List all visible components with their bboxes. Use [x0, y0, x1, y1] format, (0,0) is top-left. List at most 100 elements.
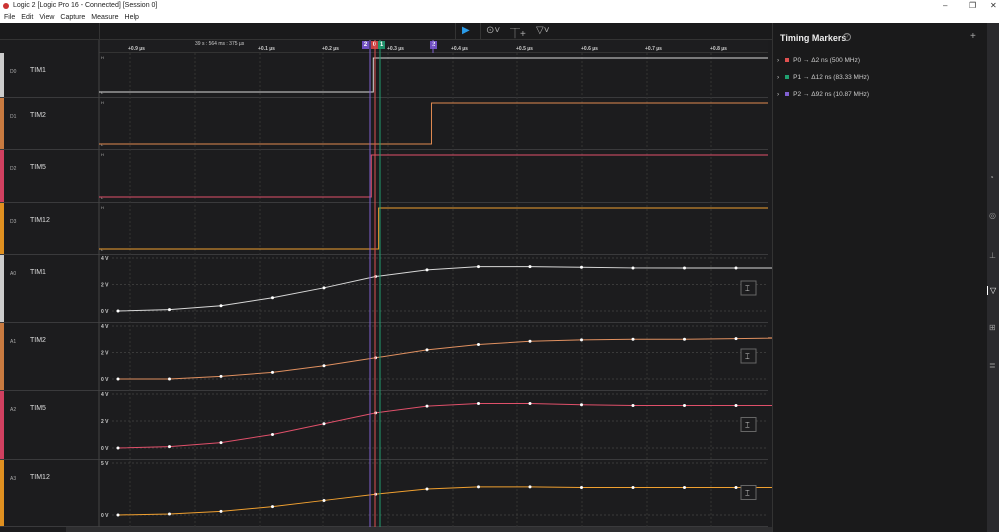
sample-point [219, 304, 223, 308]
axis-label: 4 V [101, 324, 109, 330]
axis-label: 0 V [101, 513, 109, 519]
sample-point [683, 403, 686, 407]
digital-trace [99, 207, 768, 250]
horizontal-scrollbar[interactable] [66, 527, 772, 532]
restore-icon[interactable]: ❐ [969, 0, 976, 12]
color-swatch [785, 92, 790, 96]
color-swatch [785, 58, 790, 62]
sample-point [580, 265, 583, 269]
marker-row-p1[interactable]: › P1 → Δ12 ns (83.33 MHz) [777, 74, 869, 81]
autoscale-icon: ⌶ [745, 352, 750, 361]
level-label-high: H [101, 100, 104, 105]
axis-label: 0 V [101, 309, 109, 315]
sample-point [219, 509, 223, 513]
extensions-icon[interactable]: ◎ [989, 211, 996, 220]
waveform-area[interactable]: HLHLHLHL4 V2 V0 V⌶4 V2 V0 V⌶4 V2 V0 V⌶5 … [0, 0, 772, 532]
sample-point [580, 403, 583, 407]
timing-markers-panel: Timing Markers ? + › P0 → Δ2 ns (500 MHz)… [772, 23, 987, 532]
marker-value: Δ2 ns (500 MHz) [811, 57, 861, 64]
sample-point [425, 487, 429, 491]
sample-point [168, 377, 171, 381]
sample-point [734, 337, 738, 341]
marker-row-p2[interactable]: › P2 → Δ92 ns (10.87 MHz) [777, 91, 869, 98]
sample-point [116, 513, 120, 517]
help-icon[interactable]: ? [843, 33, 851, 41]
sample-point [322, 364, 326, 368]
level-label-high: H [101, 55, 104, 60]
digital-trace [99, 57, 768, 93]
sample-point [219, 441, 223, 445]
analog-trace [118, 337, 772, 380]
sample-point [271, 433, 274, 436]
sample-point [580, 485, 583, 489]
sample-point [734, 266, 738, 270]
axis-label: 5 V [101, 461, 109, 467]
sample-point [271, 370, 274, 374]
analog-trace [117, 266, 772, 312]
axis-label: 4 V [101, 256, 109, 262]
panel-title: Timing Markers [780, 33, 847, 43]
analog-trace [117, 402, 772, 449]
axis-label: 2 V [101, 283, 109, 289]
sample-point [116, 309, 120, 313]
add-marker-button[interactable]: + [970, 31, 976, 42]
sample-point [425, 348, 429, 352]
sample-point [322, 422, 326, 426]
sample-point [631, 337, 635, 341]
sample-point [477, 343, 480, 347]
sample-point [683, 485, 686, 489]
sample-point [168, 512, 171, 516]
side-icon-bar: ◔ ◎ ⊥ ▽ ⊞ ≣ [987, 23, 999, 532]
sample-point [683, 266, 686, 270]
sample-point [528, 339, 532, 343]
hierarchy-icon[interactable]: ⊞ [989, 323, 996, 332]
sample-point [477, 485, 480, 489]
sample-point [219, 374, 223, 378]
axis-label: 2 V [101, 419, 109, 425]
autoscale-icon: ⌶ [745, 421, 750, 430]
axis-label: 0 V [101, 446, 109, 452]
axis-label: 2 V [101, 351, 109, 357]
level-label-high: H [101, 152, 104, 157]
sample-point [631, 266, 635, 270]
autoscale-icon: ⌶ [745, 489, 750, 498]
marker-name: P1 [793, 74, 802, 81]
sample-point [116, 377, 120, 381]
measurements-icon[interactable]: ⊥ [989, 251, 996, 260]
list-icon[interactable]: ≣ [989, 361, 996, 370]
sample-point [116, 446, 120, 450]
sample-point [528, 401, 532, 405]
sample-point [734, 403, 738, 407]
sample-point [425, 268, 429, 272]
autoscale-icon: ⌶ [745, 284, 750, 293]
digital-trace [99, 154, 768, 198]
sample-point [425, 404, 429, 408]
marker-row-p0[interactable]: › P0 → Δ2 ns (500 MHz) [777, 57, 860, 64]
marker-name: P2 [793, 91, 802, 98]
sample-point [528, 485, 532, 489]
sample-point [477, 265, 480, 269]
analog-trace [117, 486, 772, 516]
sample-point [580, 338, 583, 342]
axis-label: 0 V [101, 377, 109, 383]
color-swatch [785, 75, 790, 79]
axis-label: 4 V [101, 392, 109, 398]
sample-point [477, 401, 480, 405]
sample-point [528, 265, 532, 269]
level-label-high: H [101, 205, 104, 210]
sample-point [271, 296, 274, 300]
digital-trace [99, 102, 768, 145]
sample-point [322, 498, 326, 502]
sample-point [168, 308, 171, 312]
minimize-icon[interactable]: – [943, 0, 947, 12]
analyzers-icon[interactable]: ◔ [989, 173, 994, 182]
sample-point [631, 403, 635, 407]
timing-markers-icon[interactable]: ▽ [987, 286, 996, 295]
sample-point [734, 485, 738, 489]
marker-name: P0 [793, 57, 802, 64]
close-icon[interactable]: ✕ [990, 0, 997, 12]
marker-value: Δ92 ns (10.87 MHz) [811, 91, 870, 98]
sample-point [683, 337, 686, 341]
sample-point [271, 505, 274, 509]
sample-point [168, 445, 171, 449]
